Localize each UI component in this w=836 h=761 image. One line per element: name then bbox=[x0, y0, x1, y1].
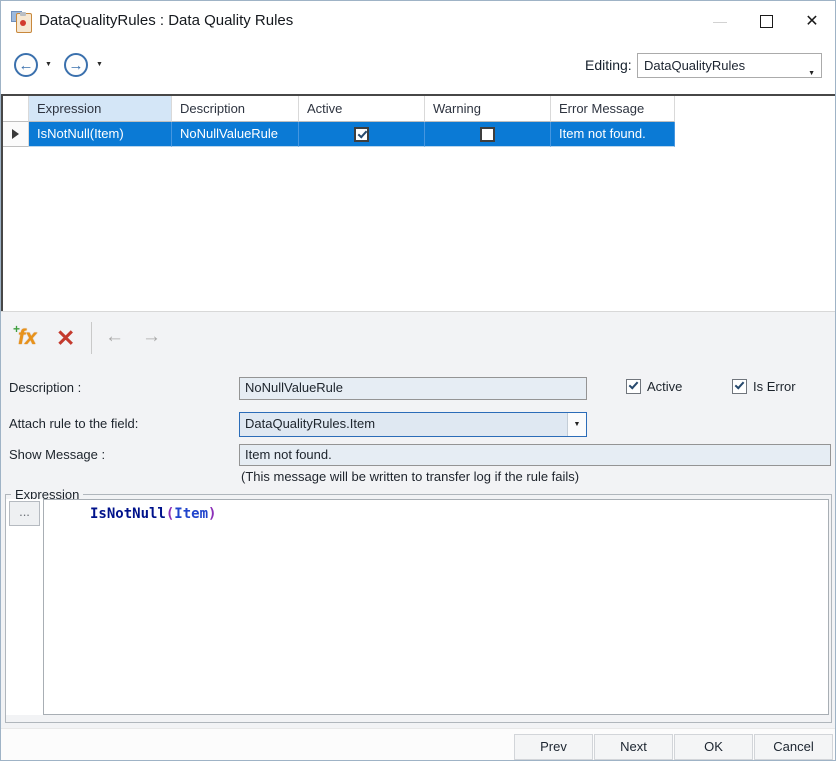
close-button[interactable]: ✕ bbox=[789, 1, 835, 41]
row-indicator-header bbox=[3, 96, 29, 122]
show-message-input[interactable]: Item not found. bbox=[239, 444, 831, 466]
back-arrow-icon: ← bbox=[19, 57, 34, 74]
editing-label: Editing: bbox=[585, 57, 632, 73]
forward-arrow-icon: → bbox=[69, 57, 84, 74]
expression-group: Expression ... IsNotNull(Item) bbox=[5, 494, 832, 723]
column-header-warning[interactable]: Warning bbox=[425, 96, 551, 122]
close-paren-token: ) bbox=[208, 506, 216, 522]
active-grid-checkbox[interactable] bbox=[354, 127, 369, 142]
editing-combobox[interactable]: DataQualityRules ▼ bbox=[637, 53, 822, 78]
cell-error-message[interactable]: Item not found. bbox=[551, 122, 675, 147]
delete-rule-button[interactable]: ✕ bbox=[56, 325, 75, 351]
column-header-error-message[interactable]: Error Message bbox=[551, 96, 675, 122]
app-icon bbox=[11, 11, 33, 33]
left-arrow-icon: ← bbox=[105, 326, 124, 347]
attach-field-value: DataQualityRules.Item bbox=[245, 416, 375, 431]
description-input[interactable]: NoNullValueRule bbox=[239, 377, 587, 400]
argument-token: Item bbox=[174, 506, 208, 522]
forward-dropdown-caret-icon[interactable]: ▼ bbox=[96, 61, 103, 68]
row-indicator-cell bbox=[3, 122, 29, 147]
forward-button[interactable]: → bbox=[64, 53, 88, 77]
ok-button[interactable]: OK bbox=[674, 734, 753, 760]
attach-field-label: Attach rule to the field: bbox=[9, 416, 138, 431]
show-message-label: Show Message : bbox=[9, 447, 105, 462]
right-arrow-icon: → bbox=[142, 326, 161, 347]
function-icon: fx bbox=[18, 326, 37, 350]
active-checkbox-group[interactable]: Active bbox=[626, 379, 682, 394]
footer-bar: Prev Next OK Cancel bbox=[1, 728, 835, 761]
cell-active[interactable] bbox=[299, 122, 425, 147]
back-dropdown-caret-icon[interactable]: ▼ bbox=[45, 61, 52, 68]
message-note: (This message will be written to transfe… bbox=[241, 469, 579, 484]
nav-toolbar: ← ▼ → ▼ Editing: DataQualityRules ▼ bbox=[1, 43, 835, 94]
title-bar: DataQualityRules : Data Quality Rules — … bbox=[1, 1, 835, 44]
function-token: IsNotNull bbox=[90, 506, 166, 522]
prev-button[interactable]: Prev bbox=[514, 734, 593, 760]
attach-dropdown-button[interactable]: ▼ bbox=[567, 413, 586, 436]
active-checkbox[interactable] bbox=[626, 379, 641, 394]
cell-warning[interactable] bbox=[425, 122, 551, 147]
expression-code-line: IsNotNull(Item) bbox=[90, 506, 216, 522]
dialog-window: DataQualityRules : Data Quality Rules — … bbox=[0, 0, 836, 761]
back-button[interactable]: ← bbox=[14, 53, 38, 77]
expression-builder-button[interactable]: ... bbox=[9, 501, 40, 526]
is-error-checkbox-group[interactable]: Is Error bbox=[732, 379, 796, 394]
footer-buttons: Prev Next OK Cancel bbox=[514, 734, 833, 760]
current-row-arrow-icon bbox=[12, 129, 19, 139]
previous-rule-button[interactable]: ← bbox=[105, 326, 124, 348]
caption-buttons: — ✕ bbox=[697, 1, 835, 41]
edit-panel: + fx ✕ ← → Description : NoNullValueRule… bbox=[1, 311, 835, 728]
attach-field-combobox[interactable]: DataQualityRules.Item ▼ bbox=[239, 412, 587, 437]
column-header-active[interactable]: Active bbox=[299, 96, 425, 122]
cell-expression[interactable]: IsNotNull(Item) bbox=[29, 122, 172, 147]
minimize-button[interactable]: — bbox=[697, 1, 743, 41]
expression-editor[interactable]: IsNotNull(Item) bbox=[43, 499, 829, 715]
is-error-checkbox-label: Is Error bbox=[753, 379, 796, 394]
editing-combobox-value: DataQualityRules bbox=[644, 58, 745, 73]
next-button[interactable]: Next bbox=[594, 734, 673, 760]
delete-icon: ✕ bbox=[56, 325, 75, 351]
warning-grid-checkbox[interactable] bbox=[480, 127, 495, 142]
column-header-expression[interactable]: Expression bbox=[29, 96, 172, 122]
maximize-icon bbox=[760, 15, 773, 28]
chevron-down-icon: ▼ bbox=[808, 62, 815, 85]
toolbar-separator bbox=[91, 322, 92, 354]
cancel-button[interactable]: Cancel bbox=[754, 734, 833, 760]
add-rule-button[interactable]: + fx bbox=[13, 324, 43, 354]
is-error-checkbox[interactable] bbox=[732, 379, 747, 394]
expression-gutter bbox=[6, 499, 43, 715]
column-header-description[interactable]: Description bbox=[172, 96, 299, 122]
chevron-down-icon: ▼ bbox=[574, 414, 581, 435]
clipboard-clip bbox=[20, 12, 26, 16]
close-icon: ✕ bbox=[805, 11, 818, 31]
description-label: Description : bbox=[9, 380, 81, 395]
active-checkbox-label: Active bbox=[647, 379, 682, 394]
rules-grid: Expression Description Active Warning Er… bbox=[1, 94, 836, 311]
maximize-button[interactable] bbox=[743, 1, 789, 41]
minimize-icon: — bbox=[713, 13, 727, 29]
next-rule-button[interactable]: → bbox=[142, 326, 161, 348]
window-title: DataQualityRules : Data Quality Rules bbox=[39, 12, 293, 29]
rule-dot-icon bbox=[20, 20, 26, 26]
cell-description[interactable]: NoNullValueRule bbox=[172, 122, 299, 147]
